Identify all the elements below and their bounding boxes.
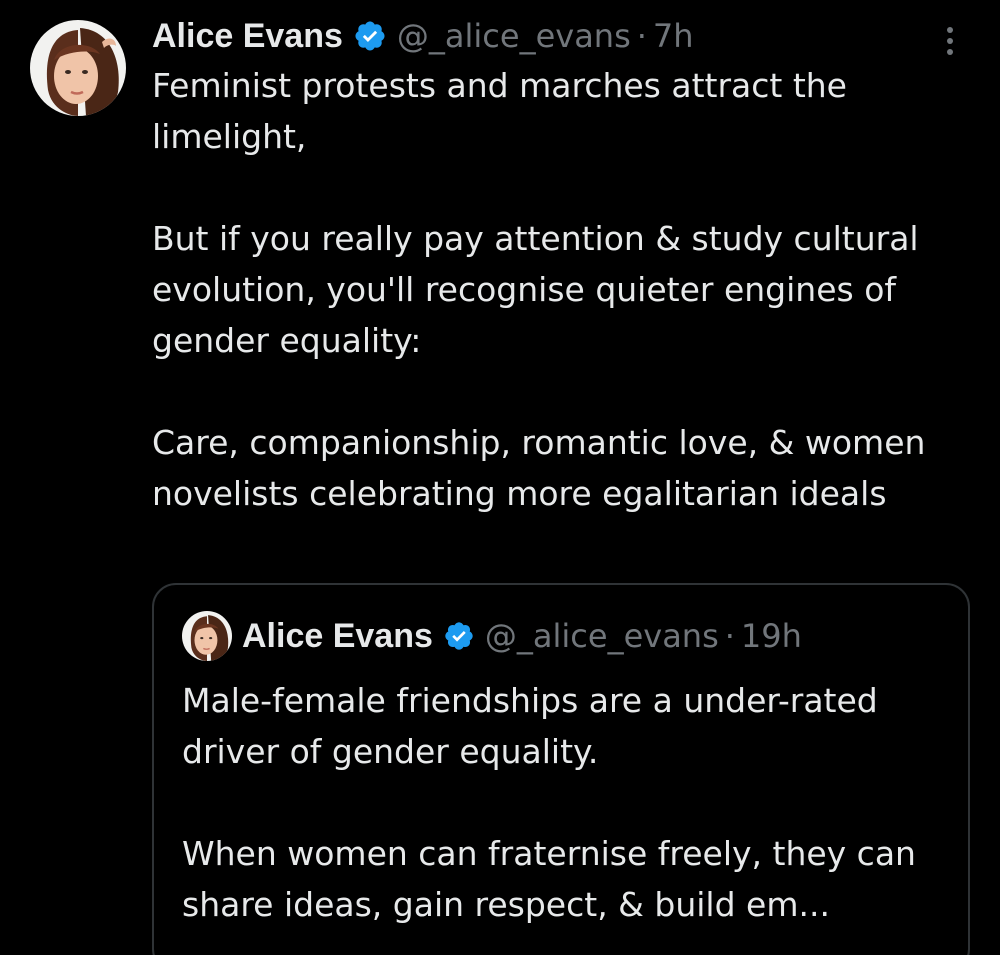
timestamp[interactable]: 7h — [653, 17, 694, 55]
quoted-avatar-image — [182, 611, 232, 661]
quoted-paragraph: When women can fraternise freely, they c… — [182, 834, 916, 924]
quoted-author-name[interactable]: Alice Evans — [242, 617, 433, 656]
quoted-text: Male-female friendships are a under-rate… — [182, 675, 952, 930]
tweet-header: Alice Evans @_alice_evans · 7h — [152, 14, 694, 58]
tweet-text: Feminist protests and marches attract th… — [152, 60, 982, 519]
quoted-timestamp[interactable]: 19h — [741, 617, 802, 655]
separator-dot: · — [724, 617, 735, 655]
tweet[interactable]: Alice Evans @_alice_evans · 7h Feminist … — [0, 0, 1000, 955]
avatar-image — [30, 20, 126, 116]
paragraph-spacer — [182, 777, 952, 828]
avatar[interactable] — [30, 20, 126, 116]
tweet-paragraph: Care, companionship, romantic love, & wo… — [152, 423, 926, 513]
verified-badge-icon — [353, 19, 387, 53]
tweet-paragraph: Feminist protests and marches attract th… — [152, 66, 847, 156]
verified-badge-icon — [443, 620, 475, 652]
quoted-avatar[interactable] — [182, 611, 232, 661]
paragraph-spacer — [152, 366, 982, 417]
paragraph-spacer — [152, 162, 982, 213]
quoted-tweet[interactable]: Alice Evans @_alice_evans · 19h Male-fem… — [152, 583, 970, 955]
quoted-author-handle[interactable]: @_alice_evans — [485, 617, 719, 655]
tweet-paragraph: But if you really pay attention & study … — [152, 219, 919, 360]
quoted-paragraph: Male-female friendships are a under-rate… — [182, 681, 878, 771]
author-handle[interactable]: @_alice_evans — [397, 17, 631, 55]
author-name[interactable]: Alice Evans — [152, 17, 343, 56]
more-vertical-icon[interactable] — [940, 24, 960, 56]
quoted-header: Alice Evans @_alice_evans · 19h — [242, 613, 802, 659]
separator-dot: · — [636, 17, 647, 55]
